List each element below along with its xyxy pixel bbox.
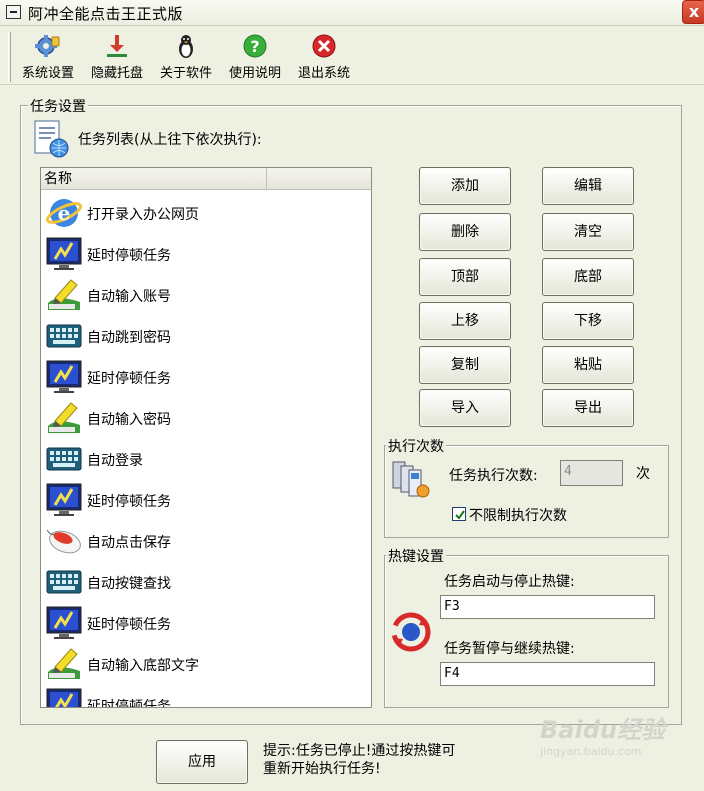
status-hint-line2: 重新开始执行任务! [263, 761, 381, 777]
settings-icon [35, 35, 60, 57]
mouse-icon [45, 522, 83, 559]
toolbar-grip[interactable] [8, 32, 11, 82]
task-label: 自动跳到密码 [87, 330, 171, 346]
monitor-delay-icon [45, 481, 83, 518]
toolbar-label: 关于软件 [159, 66, 212, 81]
task-list-item[interactable]: 延时停顿任务 [41, 602, 371, 643]
tray-icon [107, 35, 127, 57]
keyboard-icon [45, 440, 83, 477]
task-list-item[interactable]: 自动登录 [41, 438, 371, 479]
about-icon [179, 35, 193, 58]
monitor-delay-icon [45, 604, 83, 641]
list-header: 名称 [41, 168, 371, 190]
pause-resume-hotkey-label: 任务暂停与继续热键: [444, 641, 575, 657]
delete-button[interactable]: 删除 [419, 213, 511, 251]
status-hint-line1: 提示:任务已停止!通过按热键可 [263, 743, 456, 759]
paste-button[interactable]: 粘贴 [542, 346, 634, 384]
task-label: 自动按键查找 [87, 576, 171, 592]
system-menu-icon[interactable] [6, 5, 21, 19]
toolbar-label: 使用说明 [228, 66, 281, 81]
bottom-button[interactable]: 底部 [542, 258, 634, 296]
pen-input-icon [45, 276, 83, 313]
exec-count-field-label: 任务执行次数: [449, 468, 538, 484]
task-list-item[interactable]: 自动点击保存 [41, 520, 371, 561]
pause-resume-hotkey-input[interactable]: F4 [440, 662, 655, 686]
task-label: 延时停顿任务 [87, 248, 171, 264]
task-list-item[interactable]: e 打开录入办公网页 [41, 192, 371, 233]
task-list-item[interactable]: 延时停顿任务 [41, 479, 371, 520]
monitor-delay-icon [45, 235, 83, 272]
toolbar-hide-tray-button[interactable]: 隐藏托盘 [84, 33, 150, 85]
toolbar-label: 系统设置 [21, 66, 74, 81]
toolbar-label: 退出系统 [297, 66, 350, 81]
task-list-item[interactable]: 延时停顿任务 [41, 356, 371, 397]
task-list-item[interactable]: 延时停顿任务 [41, 233, 371, 274]
toolbar-label: 隐藏托盘 [90, 66, 143, 81]
baidu-watermark: Baidu经验 jingyan.baidu.com [540, 710, 665, 758]
keyboard-icon [45, 317, 83, 354]
export-button[interactable]: 导出 [542, 389, 634, 427]
watermark-url: jingyan.baidu.com [540, 745, 642, 758]
toolbar-exit-button[interactable]: 退出系统 [291, 33, 357, 85]
move-down-button[interactable]: 下移 [542, 302, 634, 340]
svg-text:e: e [58, 201, 71, 225]
watermark-brand: Baidu经验 [540, 716, 665, 744]
task-list-item[interactable]: 延时停顿任务 [41, 684, 371, 708]
task-label: 延时停顿任务 [87, 494, 171, 510]
move-up-button[interactable]: 上移 [419, 302, 511, 340]
unlimited-checkbox[interactable] [452, 507, 466, 521]
task-label: 打开录入办公网页 [87, 207, 199, 223]
computers-icon [392, 461, 430, 498]
task-list-title: 任务列表(从上往下依次执行): [78, 132, 262, 148]
status-hint: 提示:任务已停止!通过按热键可 重新开始执行任务! [263, 742, 455, 778]
task-label: 自动输入密码 [87, 412, 171, 428]
task-list-item[interactable]: 自动输入密码 [41, 397, 371, 438]
task-list-item[interactable]: 自动输入底部文字 [41, 643, 371, 684]
checkmark-icon [455, 510, 465, 520]
pen-input-icon [45, 645, 83, 682]
add-button[interactable]: 添加 [419, 167, 511, 205]
hotkey-group-label: 热键设置 [386, 546, 446, 566]
edit-button[interactable]: 编辑 [542, 167, 634, 205]
task-list-item[interactable]: 自动按键查找 [41, 561, 371, 602]
hotkey-refresh-icon [391, 612, 431, 652]
column-header-name[interactable]: 名称 [41, 168, 267, 190]
exec-count-unit: 次 [636, 466, 650, 482]
task-label: 延时停顿任务 [87, 617, 171, 633]
toolbar-help-button[interactable]: ? 使用说明 [222, 33, 288, 85]
task-label: 延时停顿任务 [87, 699, 171, 708]
toolbar-settings-button[interactable]: 系统设置 [16, 33, 80, 85]
task-list[interactable]: 名称 e 打开录入办公网页 延时停顿任务 自动输入账号 自动跳到密码 延时停顿任务 自动输入… [40, 167, 372, 708]
import-button[interactable]: 导入 [419, 389, 511, 427]
task-list-item[interactable]: 自动输入账号 [41, 274, 371, 315]
task-label: 自动输入底部文字 [87, 658, 199, 674]
task-settings-label: 任务设置 [28, 96, 88, 116]
toolbar-about-button[interactable]: 关于软件 [153, 33, 219, 85]
top-button[interactable]: 顶部 [419, 258, 511, 296]
apply-button[interactable]: 应用 [156, 740, 248, 784]
monitor-delay-icon [45, 686, 83, 707]
unlimited-label[interactable]: 不限制执行次数 [469, 505, 567, 525]
copy-button[interactable]: 复制 [419, 346, 511, 384]
monitor-delay-icon [45, 358, 83, 395]
task-label: 自动点击保存 [87, 535, 171, 551]
task-label: 自动登录 [87, 453, 143, 469]
window-title: 阿冲全能点击王正式版 [28, 5, 184, 23]
exec-count-label: 执行次数 [386, 436, 446, 456]
pen-input-icon [45, 399, 83, 436]
help-icon: ? [243, 34, 267, 58]
keyboard-icon [45, 563, 83, 600]
task-list-icon [34, 120, 69, 158]
ie-icon: e [45, 194, 83, 231]
task-list-item[interactable]: 自动跳到密码 [41, 315, 371, 356]
start-stop-hotkey-label: 任务启动与停止热键: [444, 574, 575, 590]
start-stop-hotkey-input[interactable]: F3 [440, 595, 655, 619]
task-label: 自动输入账号 [87, 289, 171, 305]
task-label: 延时停顿任务 [87, 371, 171, 387]
close-button[interactable]: x [682, 0, 704, 24]
svg-text:?: ? [250, 37, 259, 56]
exec-count-input[interactable]: 4 [560, 460, 623, 486]
exit-icon [312, 34, 336, 58]
clear-button[interactable]: 清空 [542, 213, 634, 251]
